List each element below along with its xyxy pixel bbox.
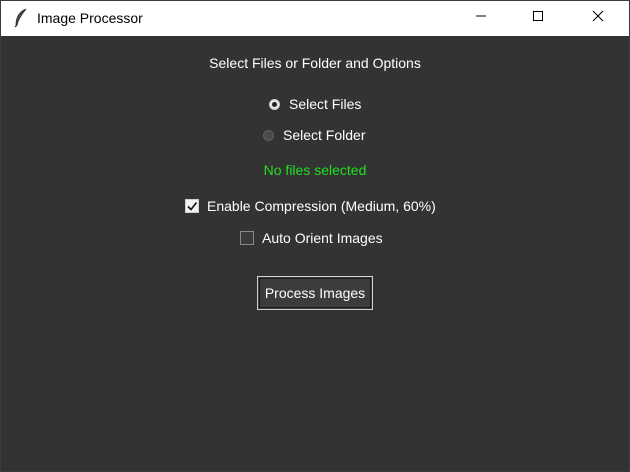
minimize-icon (475, 9, 487, 27)
app-window: Image Processor Select Files or Folder a… (0, 0, 630, 472)
close-icon (592, 9, 604, 27)
maximize-button[interactable] (515, 1, 561, 35)
radio-select-files[interactable]: Select Files (269, 95, 361, 113)
close-button[interactable] (575, 1, 621, 35)
radio-label-select-folder: Select Folder (283, 127, 366, 143)
checkbox-enable-compression[interactable]: Enable Compression (Medium, 60%) (185, 197, 436, 215)
auto-orient-label: Auto Orient Images (262, 230, 383, 246)
compression-label: Enable Compression (Medium, 60%) (207, 198, 436, 214)
checkbox-auto-orient[interactable]: Auto Orient Images (240, 229, 383, 247)
checkbox-checked[interactable] (185, 199, 199, 213)
title-bar[interactable]: Image Processor (1, 1, 629, 36)
status-text: No files selected (263, 162, 367, 178)
maximize-icon (532, 9, 544, 27)
feather-icon (13, 8, 29, 28)
window-title: Image Processor (37, 10, 143, 26)
radio-select-folder[interactable]: Select Folder (263, 126, 365, 144)
main-panel: Select Files or Folder and Options Selec… (1, 36, 629, 471)
process-images-button[interactable]: Process Images (257, 276, 373, 310)
page-heading: Select Files or Folder and Options (209, 55, 421, 71)
radio-button-unselected[interactable] (263, 129, 274, 141)
checkmark-icon (187, 202, 198, 211)
minimize-button[interactable] (458, 1, 504, 35)
radio-button-selected[interactable] (269, 98, 280, 110)
checkbox-unchecked[interactable] (240, 231, 254, 245)
radio-label-select-files: Select Files (289, 96, 362, 112)
